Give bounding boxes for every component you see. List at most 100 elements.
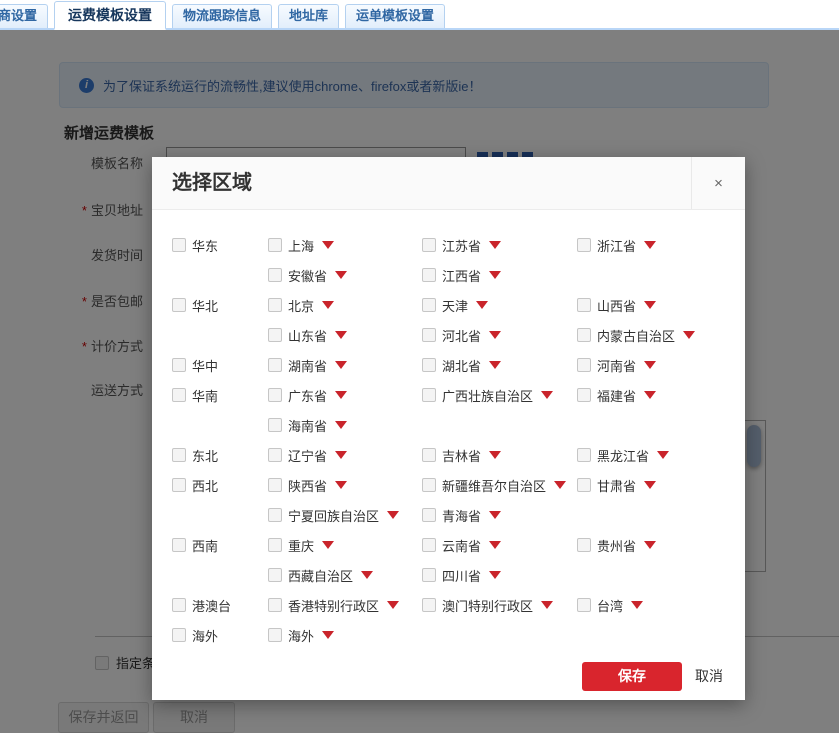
region-row: 山东省河北省内蒙古自治区 [172, 320, 737, 350]
expand-triangle-icon[interactable] [335, 421, 347, 429]
region-group-checkbox[interactable] [172, 298, 186, 312]
expand-triangle-icon[interactable] [387, 601, 399, 609]
expand-triangle-icon[interactable] [335, 271, 347, 279]
expand-triangle-icon[interactable] [489, 241, 501, 249]
close-icon[interactable]: × [691, 157, 745, 209]
province-checkbox[interactable] [577, 538, 591, 552]
region-group-checkbox[interactable] [172, 388, 186, 402]
province-checkbox[interactable] [577, 298, 591, 312]
expand-triangle-icon[interactable] [644, 241, 656, 249]
expand-triangle-icon[interactable] [631, 601, 643, 609]
expand-triangle-icon[interactable] [644, 361, 656, 369]
province: 甘肃省 [577, 476, 737, 495]
expand-triangle-icon[interactable] [335, 361, 347, 369]
province-checkbox[interactable] [268, 298, 282, 312]
province-checkbox[interactable] [268, 478, 282, 492]
province-checkbox[interactable] [577, 448, 591, 462]
expand-triangle-icon[interactable] [489, 271, 501, 279]
province-checkbox[interactable] [577, 358, 591, 372]
expand-triangle-icon[interactable] [335, 391, 347, 399]
province-checkbox[interactable] [268, 628, 282, 642]
province-checkbox[interactable] [577, 478, 591, 492]
province-checkbox[interactable] [422, 388, 436, 402]
tab-0[interactable]: 务商设置 [0, 4, 48, 28]
expand-triangle-icon[interactable] [322, 631, 334, 639]
province-label: 黑龙江省 [597, 446, 649, 465]
province-checkbox[interactable] [268, 238, 282, 252]
province-checkbox[interactable] [422, 598, 436, 612]
province-checkbox[interactable] [422, 238, 436, 252]
expand-triangle-icon[interactable] [683, 331, 695, 339]
province-label: 西藏自治区 [288, 566, 353, 585]
province-label: 河南省 [597, 356, 636, 375]
province-checkbox[interactable] [268, 328, 282, 342]
region-group-checkbox[interactable] [172, 478, 186, 492]
expand-triangle-icon[interactable] [476, 301, 488, 309]
expand-triangle-icon[interactable] [644, 481, 656, 489]
province-checkbox[interactable] [268, 568, 282, 582]
province-checkbox[interactable] [422, 328, 436, 342]
tab-4[interactable]: 运单模板设置 [345, 4, 445, 28]
province-checkbox[interactable] [422, 358, 436, 372]
province-checkbox[interactable] [422, 508, 436, 522]
expand-triangle-icon[interactable] [335, 481, 347, 489]
province-checkbox[interactable] [268, 508, 282, 522]
expand-triangle-icon[interactable] [489, 451, 501, 459]
dialog-cancel-button[interactable]: 取消 [695, 662, 723, 691]
region-group-checkbox[interactable] [172, 628, 186, 642]
expand-triangle-icon[interactable] [489, 511, 501, 519]
province-checkbox[interactable] [268, 448, 282, 462]
region-group-checkbox[interactable] [172, 448, 186, 462]
province: 重庆 [268, 536, 422, 555]
province-checkbox[interactable] [577, 328, 591, 342]
dialog-header: 选择区域 × [152, 157, 745, 210]
province-checkbox[interactable] [268, 268, 282, 282]
region-group-checkbox[interactable] [172, 538, 186, 552]
province-checkbox[interactable] [422, 478, 436, 492]
province-checkbox[interactable] [422, 538, 436, 552]
expand-triangle-icon[interactable] [387, 511, 399, 519]
province-checkbox[interactable] [422, 568, 436, 582]
province-label: 浙江省 [597, 236, 636, 255]
expand-triangle-icon[interactable] [644, 541, 656, 549]
expand-triangle-icon[interactable] [554, 481, 566, 489]
region-group-checkbox[interactable] [172, 358, 186, 372]
province-checkbox[interactable] [422, 268, 436, 282]
expand-triangle-icon[interactable] [541, 601, 553, 609]
expand-triangle-icon[interactable] [644, 391, 656, 399]
tab-label: 物流跟踪信息 [183, 8, 261, 23]
tab-2[interactable]: 物流跟踪信息 [172, 4, 272, 28]
province-checkbox[interactable] [422, 298, 436, 312]
province-checkbox[interactable] [577, 238, 591, 252]
expand-triangle-icon[interactable] [322, 301, 334, 309]
tab-1[interactable]: 运费模板设置 [54, 1, 166, 30]
expand-triangle-icon[interactable] [335, 451, 347, 459]
tab-3[interactable]: 地址库 [278, 4, 339, 28]
region-group-checkbox[interactable] [172, 238, 186, 252]
expand-triangle-icon[interactable] [361, 571, 373, 579]
expand-triangle-icon[interactable] [489, 361, 501, 369]
expand-triangle-icon[interactable] [489, 541, 501, 549]
province: 澳门特别行政区 [422, 596, 577, 615]
province-checkbox[interactable] [268, 598, 282, 612]
province-checkbox[interactable] [268, 418, 282, 432]
province-checkbox[interactable] [268, 538, 282, 552]
region-group: 华东 [172, 236, 268, 255]
province-checkbox[interactable] [577, 598, 591, 612]
expand-triangle-icon[interactable] [644, 301, 656, 309]
expand-triangle-icon[interactable] [322, 241, 334, 249]
expand-triangle-icon[interactable] [541, 391, 553, 399]
region-group-checkbox[interactable] [172, 598, 186, 612]
province-checkbox[interactable] [577, 388, 591, 402]
dialog-save-button[interactable]: 保存 [582, 662, 682, 691]
expand-triangle-icon[interactable] [489, 331, 501, 339]
province-checkbox[interactable] [422, 448, 436, 462]
expand-triangle-icon[interactable] [335, 331, 347, 339]
province-checkbox[interactable] [268, 388, 282, 402]
province-label: 湖南省 [288, 356, 327, 375]
region-row: 海外海外 [172, 620, 737, 650]
expand-triangle-icon[interactable] [657, 451, 669, 459]
expand-triangle-icon[interactable] [489, 571, 501, 579]
expand-triangle-icon[interactable] [322, 541, 334, 549]
province-checkbox[interactable] [268, 358, 282, 372]
